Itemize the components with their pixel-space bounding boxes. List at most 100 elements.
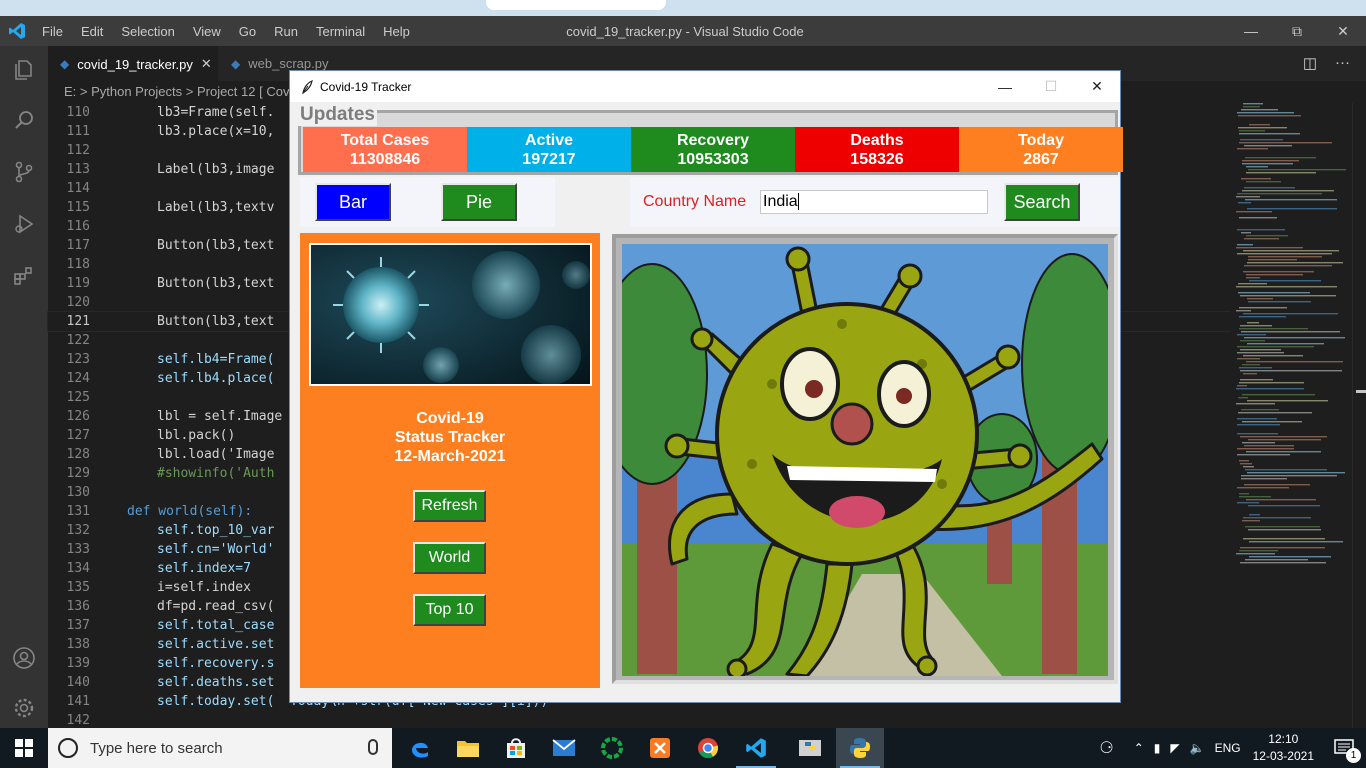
line-number: 140 xyxy=(66,675,90,690)
run-debug-icon[interactable] xyxy=(12,212,36,236)
pie-button[interactable]: Pie xyxy=(441,183,517,221)
tracker-title-text: Covid-19 xyxy=(416,410,484,427)
mail-app-icon[interactable] xyxy=(540,728,588,768)
minimap-line xyxy=(1246,172,1316,174)
code-text: Button(lb3,text xyxy=(157,314,275,329)
world-button[interactable]: World xyxy=(413,542,486,574)
stat-value: 158326 xyxy=(850,150,904,168)
split-editor-icon[interactable]: ◫ xyxy=(1303,54,1317,72)
minimap-line xyxy=(1243,250,1339,252)
battery-icon[interactable]: ▮ xyxy=(1154,741,1161,755)
explorer-icon[interactable] xyxy=(12,58,36,82)
edge-app-icon[interactable] xyxy=(396,728,444,768)
minimap-line xyxy=(1249,124,1270,126)
menu-terminal[interactable]: Terminal xyxy=(316,24,365,39)
circle-app-icon[interactable] xyxy=(588,728,636,768)
minimap-line xyxy=(1245,559,1308,561)
editor-scrollbar[interactable] xyxy=(1352,103,1366,728)
code-text: df=pd.read_csv( xyxy=(157,599,275,614)
menu-go[interactable]: Go xyxy=(239,24,256,39)
stat-label: Total Cases xyxy=(340,131,430,149)
clock-date: 12-03-2021 xyxy=(1252,749,1314,763)
line-number: 138 xyxy=(66,637,90,652)
source-control-icon[interactable] xyxy=(12,160,36,184)
minimap-line xyxy=(1245,157,1316,159)
show-hidden-icons[interactable]: ⌃ xyxy=(1134,741,1144,755)
minimap-line xyxy=(1236,247,1303,249)
code-text: Label(lb3,image xyxy=(157,162,275,177)
store-app-icon[interactable] xyxy=(492,728,540,768)
notification-center-button[interactable]: 1 xyxy=(1322,728,1366,768)
wifi-icon[interactable]: ◤ xyxy=(1170,741,1179,755)
file-explorer-icon[interactable] xyxy=(444,728,492,768)
search-icon[interactable] xyxy=(12,108,36,132)
search-button[interactable]: Search xyxy=(1004,183,1080,221)
minimap-line xyxy=(1242,421,1302,423)
clock[interactable]: 12:10 12-03-2021 xyxy=(1253,731,1314,765)
stat-value: 11308846 xyxy=(349,150,421,168)
tracker-title: Covid-19 Tracker xyxy=(320,80,412,94)
minimap-line xyxy=(1243,271,1314,273)
minimap[interactable] xyxy=(1230,103,1352,728)
virus-cartoon-image xyxy=(622,244,1108,676)
minimap-line xyxy=(1248,169,1346,171)
minimap-line xyxy=(1247,322,1259,324)
language-indicator[interactable]: ENG xyxy=(1215,741,1241,755)
start-button[interactable] xyxy=(0,728,48,768)
country-input[interactable]: India xyxy=(760,190,988,214)
line-number: 110 xyxy=(66,105,90,120)
chrome-app-icon[interactable] xyxy=(684,728,732,768)
more-actions-icon[interactable]: ··· xyxy=(1335,54,1350,72)
minimap-line xyxy=(1247,343,1324,345)
minimap-line xyxy=(1240,463,1252,465)
vscode-app-icon[interactable] xyxy=(732,728,780,768)
microphone-icon[interactable] xyxy=(368,739,378,755)
tab-covid-19-tracker[interactable]: ◆ covid_19_tracker.py ✕ xyxy=(48,46,218,81)
refresh-button[interactable]: Refresh xyxy=(413,490,486,522)
menu-bar: File Edit Selection View Go Run Terminal… xyxy=(42,16,428,46)
minimap-line xyxy=(1242,520,1260,522)
people-icon[interactable]: ⚆ xyxy=(1099,738,1113,758)
editor-actions: ◫ ··· xyxy=(1303,54,1350,72)
minimap-line xyxy=(1246,235,1288,237)
tab-close-icon[interactable]: ✕ xyxy=(201,56,212,72)
minimap-line xyxy=(1246,499,1316,501)
bar-button[interactable]: Bar xyxy=(315,183,391,221)
menu-run[interactable]: Run xyxy=(274,24,298,39)
menu-edit[interactable]: Edit xyxy=(81,24,103,39)
account-icon[interactable] xyxy=(12,646,36,670)
scroll-marker xyxy=(1356,390,1366,393)
tracker-titlebar: Covid-19 Tracker — ☐ ✕ xyxy=(290,71,1120,102)
tab-label: web_scrap.py xyxy=(248,56,329,71)
tk-maximize-icon[interactable]: ☐ xyxy=(1028,71,1074,102)
minimap-line xyxy=(1237,253,1332,255)
python-idle-app-icon[interactable] xyxy=(786,728,834,768)
minimap-line xyxy=(1237,148,1268,150)
minimap-line xyxy=(1243,517,1311,519)
python-app-icon[interactable] xyxy=(836,728,884,768)
minimap-line xyxy=(1245,526,1320,528)
settings-gear-icon[interactable] xyxy=(12,696,36,720)
minimap-line xyxy=(1247,262,1343,264)
xampp-app-icon[interactable] xyxy=(636,728,684,768)
minimap-line xyxy=(1240,547,1325,549)
minimize-icon[interactable]: — xyxy=(1228,16,1274,46)
minimap-line xyxy=(1240,325,1272,327)
minimap-line xyxy=(1248,439,1321,441)
tk-minimize-icon[interactable]: — xyxy=(982,71,1028,102)
restore-icon[interactable]: ⧉ xyxy=(1274,16,1320,46)
code-text: lbl.load('Image xyxy=(157,447,275,462)
taskbar-search[interactable]: Type here to search xyxy=(48,728,392,768)
extensions-icon[interactable] xyxy=(12,264,36,288)
menu-view[interactable]: View xyxy=(193,24,221,39)
stat-recovery: Recovery 10953303 xyxy=(631,127,795,172)
menu-selection[interactable]: Selection xyxy=(121,24,174,39)
tk-close-icon[interactable]: ✕ xyxy=(1074,71,1120,102)
close-icon[interactable]: ✕ xyxy=(1320,16,1366,46)
menu-file[interactable]: File xyxy=(42,24,63,39)
minimap-line xyxy=(1241,475,1337,477)
minimap-line xyxy=(1239,328,1308,330)
volume-icon[interactable]: 🔈 xyxy=(1190,741,1205,755)
top-10-button[interactable]: Top 10 xyxy=(413,594,486,626)
menu-help[interactable]: Help xyxy=(383,24,410,39)
